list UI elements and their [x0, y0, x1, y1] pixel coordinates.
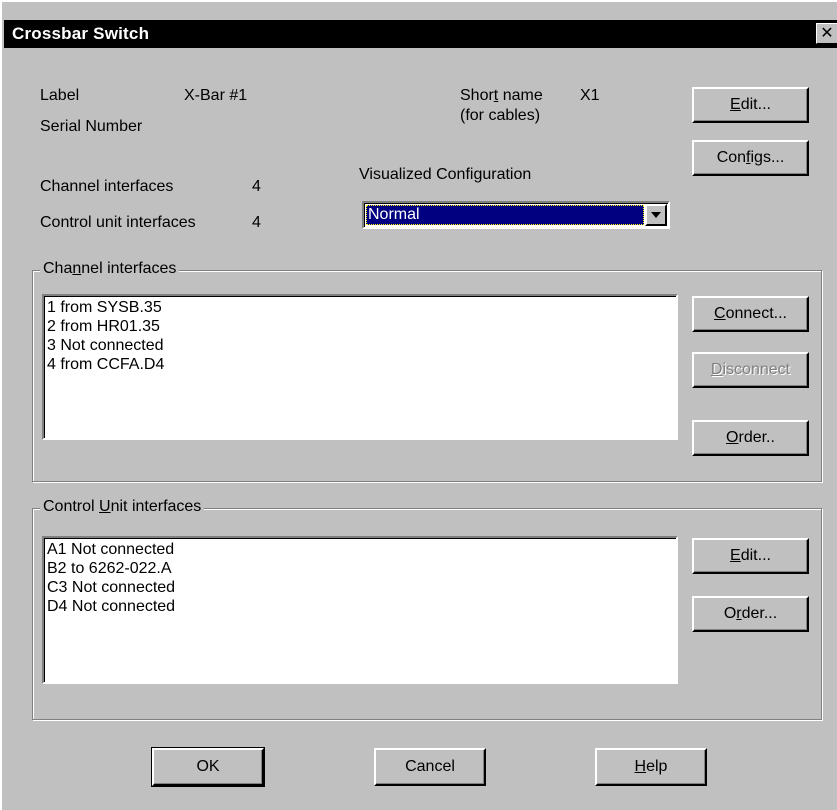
list-item[interactable]: 2 from HR01.35 [47, 317, 673, 336]
title-bar: Crossbar Switch ✕ [4, 20, 837, 48]
chevron-down-icon[interactable] [645, 204, 667, 226]
visualized-config-caption: Visualized Configuration [359, 166, 532, 183]
cu-interfaces-group-label: Control Unit interfaces [40, 498, 205, 516]
ok-button[interactable]: OK [151, 747, 265, 787]
visualized-config-select[interactable]: Normal [362, 201, 670, 229]
cu-order-button[interactable]: Or der... [692, 596, 809, 632]
label-value: X-Bar #1 [184, 87, 248, 104]
list-item[interactable]: C3 Not connected [47, 578, 673, 597]
short-name-caption: Short name [460, 87, 543, 104]
connect-button[interactable]: Connect... [692, 296, 809, 332]
help-button[interactable]: Help [595, 748, 707, 786]
list-item[interactable]: 4 from CCFA.D4 [47, 355, 673, 374]
edit-button[interactable]: Edit... [692, 87, 809, 123]
channel-interfaces-group-label: Channel interfaces [40, 260, 180, 278]
list-item[interactable]: D4 Not connected [47, 597, 673, 616]
channel-count-value: 4 [252, 178, 261, 195]
label-caption: Label [40, 87, 80, 104]
cu-edit-button[interactable]: Edit... [692, 538, 809, 574]
crossbar-switch-dialog: Crossbar Switch ✕ Label X-Bar #1 Serial … [0, 0, 837, 810]
cu-interfaces-list[interactable]: A1 Not connected B2 to 6262-022.A C3 Not… [42, 536, 678, 684]
list-item[interactable]: 3 Not connected [47, 336, 673, 355]
close-icon[interactable]: ✕ [816, 23, 837, 44]
short-name-value: X1 [580, 87, 600, 104]
channel-order-button[interactable]: Order.. [692, 420, 809, 456]
configs-button[interactable]: Con f igs... [692, 140, 809, 176]
cu-count-value: 4 [252, 214, 261, 231]
channel-interfaces-list[interactable]: 1 from SYSB.35 2 from HR01.35 3 Not conn… [42, 294, 678, 440]
list-item[interactable]: 1 from SYSB.35 [47, 298, 673, 317]
channel-count-caption: Channel interfaces [40, 178, 174, 195]
disconnect-button[interactable]: Disconnect [692, 352, 809, 388]
list-item[interactable]: A1 Not connected [47, 540, 673, 559]
cancel-button[interactable]: Cancel [374, 748, 486, 786]
list-item[interactable]: B2 to 6262-022.A [47, 559, 673, 578]
cu-count-caption: Control unit interfaces [40, 214, 196, 231]
serial-number-caption: Serial Number [40, 118, 143, 135]
window-title: Crossbar Switch [12, 24, 150, 43]
short-name-subcaption: (for cables) [460, 107, 541, 124]
visualized-config-value: Normal [366, 205, 644, 225]
